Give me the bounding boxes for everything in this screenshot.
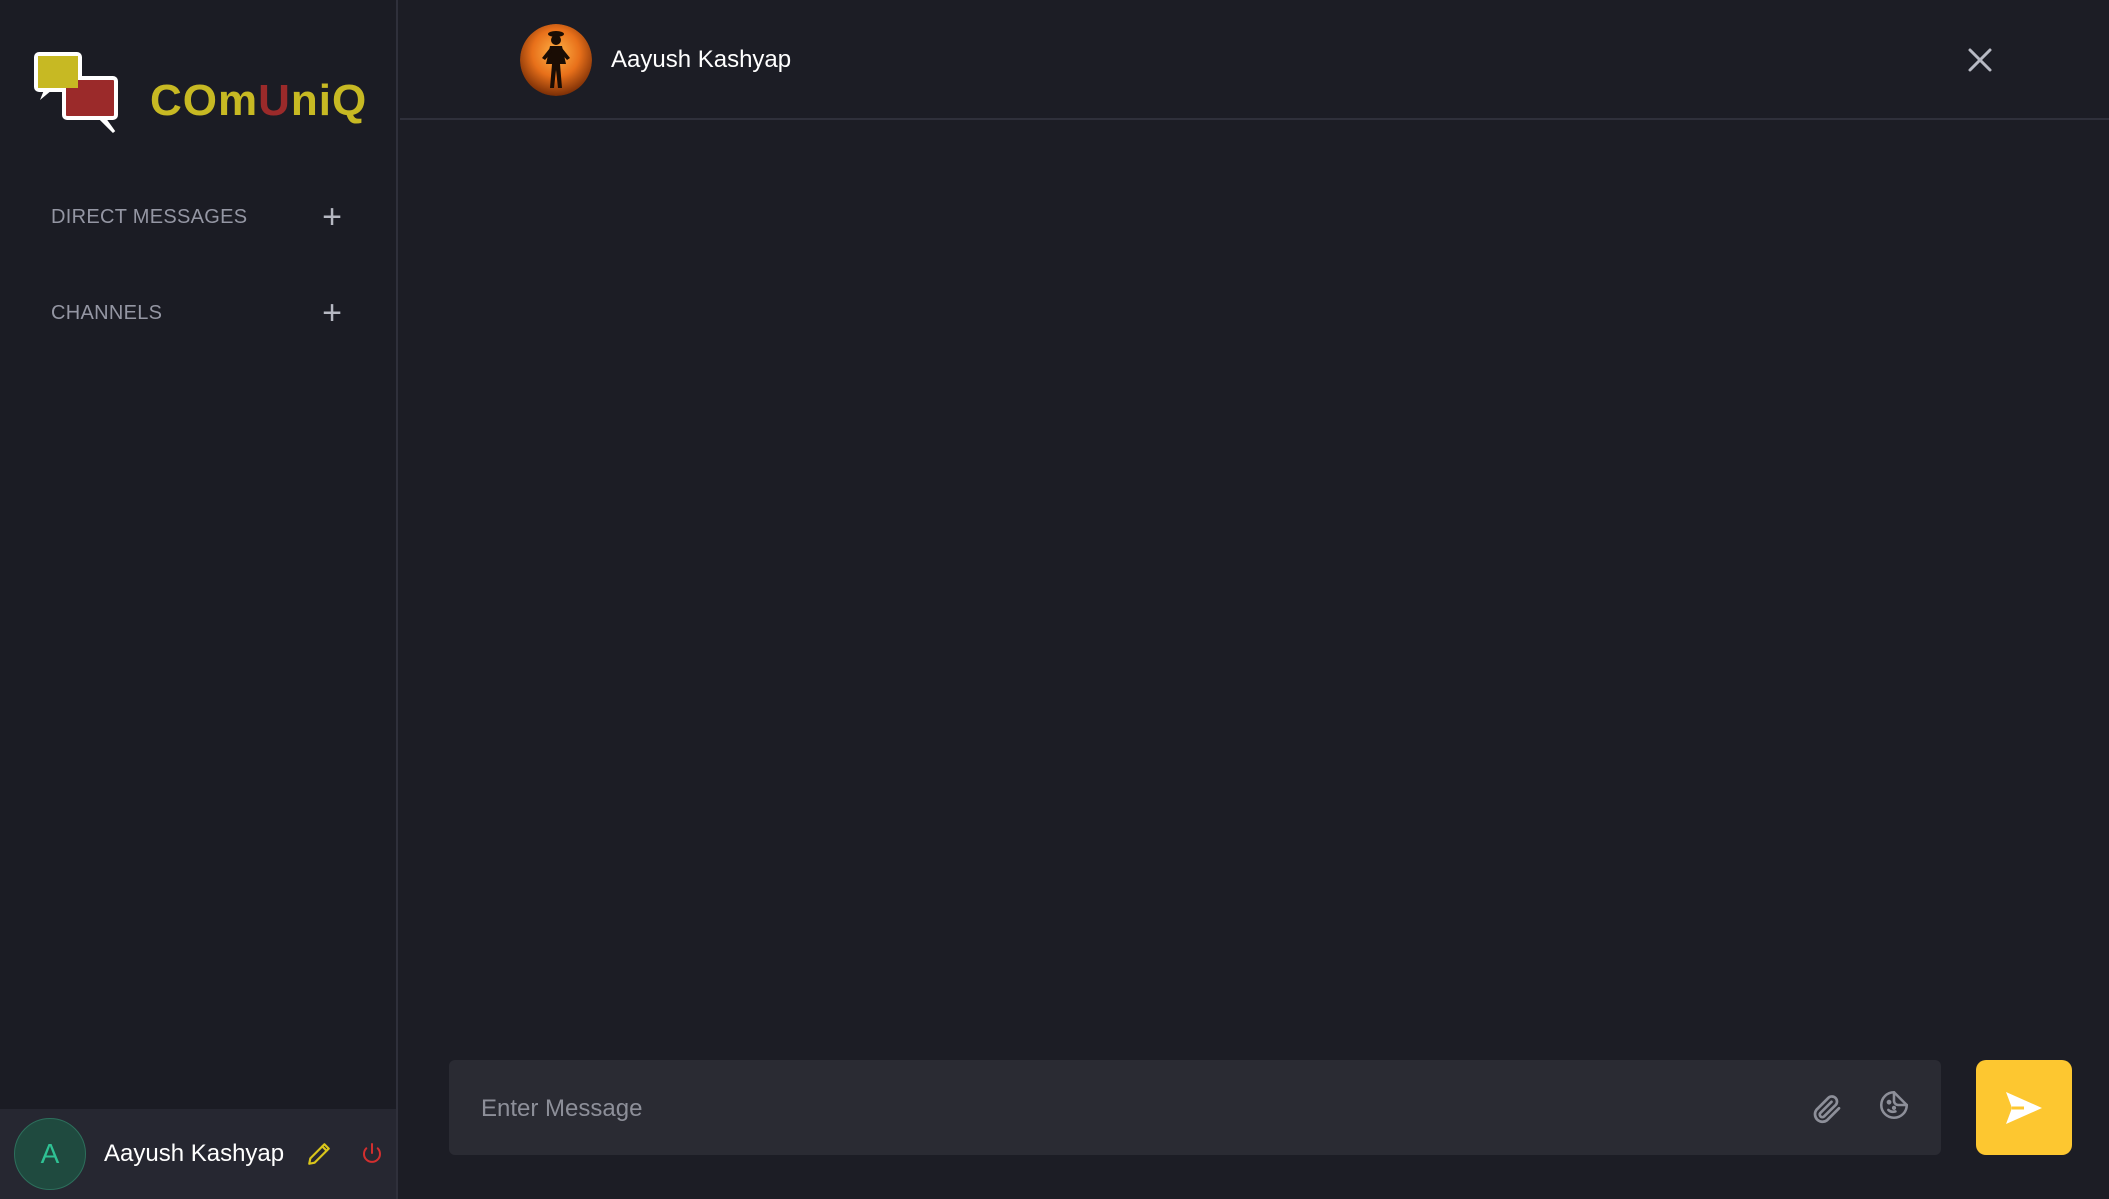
app-root: COmUniQ DIRECT MESSAGES + CHANNELS + A A… bbox=[0, 0, 2109, 1199]
chat-bubbles-icon bbox=[34, 52, 118, 134]
chat-header: Aayush Kashyap bbox=[400, 0, 2109, 120]
message-input[interactable] bbox=[479, 1060, 1783, 1157]
sidebar: COmUniQ DIRECT MESSAGES + CHANNELS + A A… bbox=[0, 0, 398, 1199]
message-list bbox=[400, 122, 2109, 1042]
add-channel-plus-icon[interactable]: + bbox=[317, 296, 347, 330]
user-profile-bar: A Aayush Kashyap bbox=[0, 1109, 396, 1199]
message-composer bbox=[449, 1060, 1941, 1157]
pencil-icon[interactable] bbox=[306, 1141, 332, 1167]
power-icon[interactable] bbox=[360, 1142, 384, 1166]
channels-section: CHANNELS + bbox=[51, 296, 347, 330]
user-name: Aayush Kashyap bbox=[104, 1140, 285, 1167]
app-name-part1: COm bbox=[150, 76, 259, 125]
direct-messages-section: DIRECT MESSAGES + bbox=[51, 200, 347, 234]
direct-messages-title: DIRECT MESSAGES bbox=[51, 205, 248, 228]
app-logo: COmUniQ bbox=[34, 52, 367, 136]
app-name-part2: U bbox=[258, 76, 291, 125]
emoji-icon[interactable] bbox=[1877, 1088, 1911, 1122]
app-name-part3: niQ bbox=[290, 76, 368, 125]
channels-title: CHANNELS bbox=[51, 301, 163, 324]
paperclip-icon[interactable] bbox=[1809, 1090, 1845, 1128]
send-button[interactable] bbox=[1976, 1060, 2072, 1155]
user-avatar[interactable]: A bbox=[14, 1118, 86, 1190]
app-name: COmUniQ bbox=[150, 76, 367, 126]
contact-avatar-image bbox=[520, 24, 592, 96]
contact-name: Aayush Kashyap bbox=[611, 46, 792, 73]
add-direct-message-plus-icon[interactable]: + bbox=[317, 200, 347, 234]
close-icon[interactable] bbox=[1960, 40, 2000, 80]
contact-avatar[interactable] bbox=[520, 24, 592, 96]
send-icon bbox=[2006, 1091, 2042, 1124]
